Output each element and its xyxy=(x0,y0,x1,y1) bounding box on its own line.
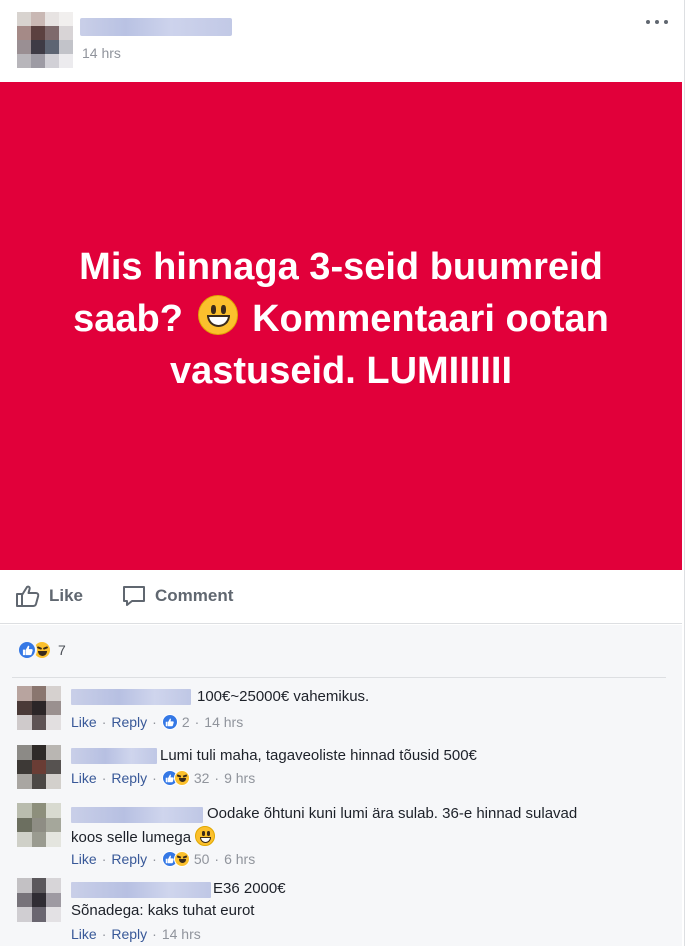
commenter-name-redacted[interactable] xyxy=(71,748,157,764)
comment-timestamp[interactable]: 14 hrs xyxy=(204,714,243,730)
comment-text-line-1: E36 2000€ xyxy=(213,880,286,897)
commenter-avatar[interactable] xyxy=(17,803,61,847)
post-timestamp[interactable]: 14 hrs xyxy=(82,45,121,61)
separator: · xyxy=(152,851,157,867)
separator: · xyxy=(101,770,107,786)
comment-meta: Like · Reply · 32 · 9 hrs xyxy=(71,770,255,786)
author-avatar[interactable] xyxy=(17,12,73,68)
grinning-emoji-icon xyxy=(197,295,238,335)
post-text: Mis hinnaga 3-seid buumreid saab? Kommen… xyxy=(41,241,641,397)
separator: · xyxy=(152,770,157,786)
like-reaction-icon[interactable] xyxy=(161,714,178,730)
like-reaction-icon xyxy=(17,640,37,660)
like-button-label: Like xyxy=(49,586,84,605)
comment-text-line-2: Sõnadega: kaks tuhat eurot xyxy=(71,902,255,919)
commenter-avatar[interactable] xyxy=(17,686,61,730)
commenter-avatar[interactable] xyxy=(17,745,61,789)
grinning-emoji-icon xyxy=(195,826,216,846)
separator: · xyxy=(101,714,107,730)
comment-text: Lumi tuli maha, tagaveoliste hinnad tõus… xyxy=(160,747,477,764)
divider xyxy=(12,677,666,678)
separator: · xyxy=(101,926,107,942)
comment-reply-link[interactable]: Reply xyxy=(111,770,147,786)
post-text-line-2b: Kommentaari ootan xyxy=(252,298,609,340)
separator: · xyxy=(194,714,200,730)
post-action-bar: Like Comment xyxy=(0,570,682,624)
separator: · xyxy=(101,851,107,867)
comment-like-link[interactable]: Like xyxy=(71,926,97,942)
comment-meta: Like · Reply · 14 hrs xyxy=(71,926,201,942)
comment-like-link[interactable]: Like xyxy=(71,714,97,730)
haha-reaction-icon[interactable] xyxy=(173,851,190,867)
comment-bubble-icon xyxy=(123,586,145,606)
reactions-count: 7 xyxy=(58,642,66,658)
post-status-background: Mis hinnaga 3-seid buumreid saab? Kommen… xyxy=(0,82,682,570)
comment-text-line-1: Oodake õhtuni kuni lumi ära sulab. 36-e … xyxy=(207,805,578,822)
more-options-icon[interactable] xyxy=(646,17,668,27)
thumbs-up-icon xyxy=(16,585,40,607)
comment-reaction-count[interactable]: 2 xyxy=(182,714,190,730)
comment-timestamp[interactable]: 14 hrs xyxy=(162,926,201,942)
comment-meta: Like · Reply · 50 · 6 hrs xyxy=(71,851,255,867)
comment-timestamp[interactable]: 9 hrs xyxy=(224,770,255,786)
separator: · xyxy=(152,926,157,942)
comment-button-label: Comment xyxy=(155,586,234,605)
comment-text-line-2-text: koos selle lumega xyxy=(71,829,192,846)
post-text-line-1: Mis hinnaga 3-seid buumreid xyxy=(79,246,603,288)
comment-like-link[interactable]: Like xyxy=(71,851,97,867)
comment-button[interactable]: Comment xyxy=(121,584,233,608)
comment-reply-link[interactable]: Reply xyxy=(111,851,147,867)
reactions-summary[interactable]: 7 xyxy=(17,640,66,660)
separator: · xyxy=(152,714,157,730)
commenter-name-redacted[interactable] xyxy=(71,689,191,705)
comment-meta: Like · Reply · 2 · 14 hrs xyxy=(71,714,243,730)
comment-reply-link[interactable]: Reply xyxy=(111,714,147,730)
comment-reply-link[interactable]: Reply xyxy=(111,926,147,942)
separator: · xyxy=(214,770,220,786)
haha-reaction-icon[interactable] xyxy=(173,770,190,786)
comment-like-link[interactable]: Like xyxy=(71,770,97,786)
comment-text: 100€~25000€ vahemikus. xyxy=(197,688,370,705)
comments-section: 7 100€~25000€ vahemikus. Like · Reply · … xyxy=(0,625,682,946)
post-text-line-3: vastuseid. LUMIIIIII xyxy=(169,350,513,392)
facebook-post: 14 hrs Mis hinnaga 3-seid buumreid saab?… xyxy=(0,0,685,946)
separator: · xyxy=(214,851,220,867)
post-header: 14 hrs xyxy=(0,0,685,82)
comment-reaction-count[interactable]: 50 xyxy=(194,851,210,867)
comment-text-line-2: koos selle lumega xyxy=(71,826,216,849)
commenter-name-redacted[interactable] xyxy=(71,807,203,823)
comment-reaction-count[interactable]: 32 xyxy=(194,770,210,786)
commenter-avatar[interactable] xyxy=(17,878,61,922)
comment-timestamp[interactable]: 6 hrs xyxy=(224,851,255,867)
commenter-name-redacted[interactable] xyxy=(71,882,211,898)
post-text-line-2a: saab? xyxy=(73,298,183,340)
like-button[interactable]: Like xyxy=(15,584,83,608)
author-name-redacted[interactable] xyxy=(80,18,232,36)
